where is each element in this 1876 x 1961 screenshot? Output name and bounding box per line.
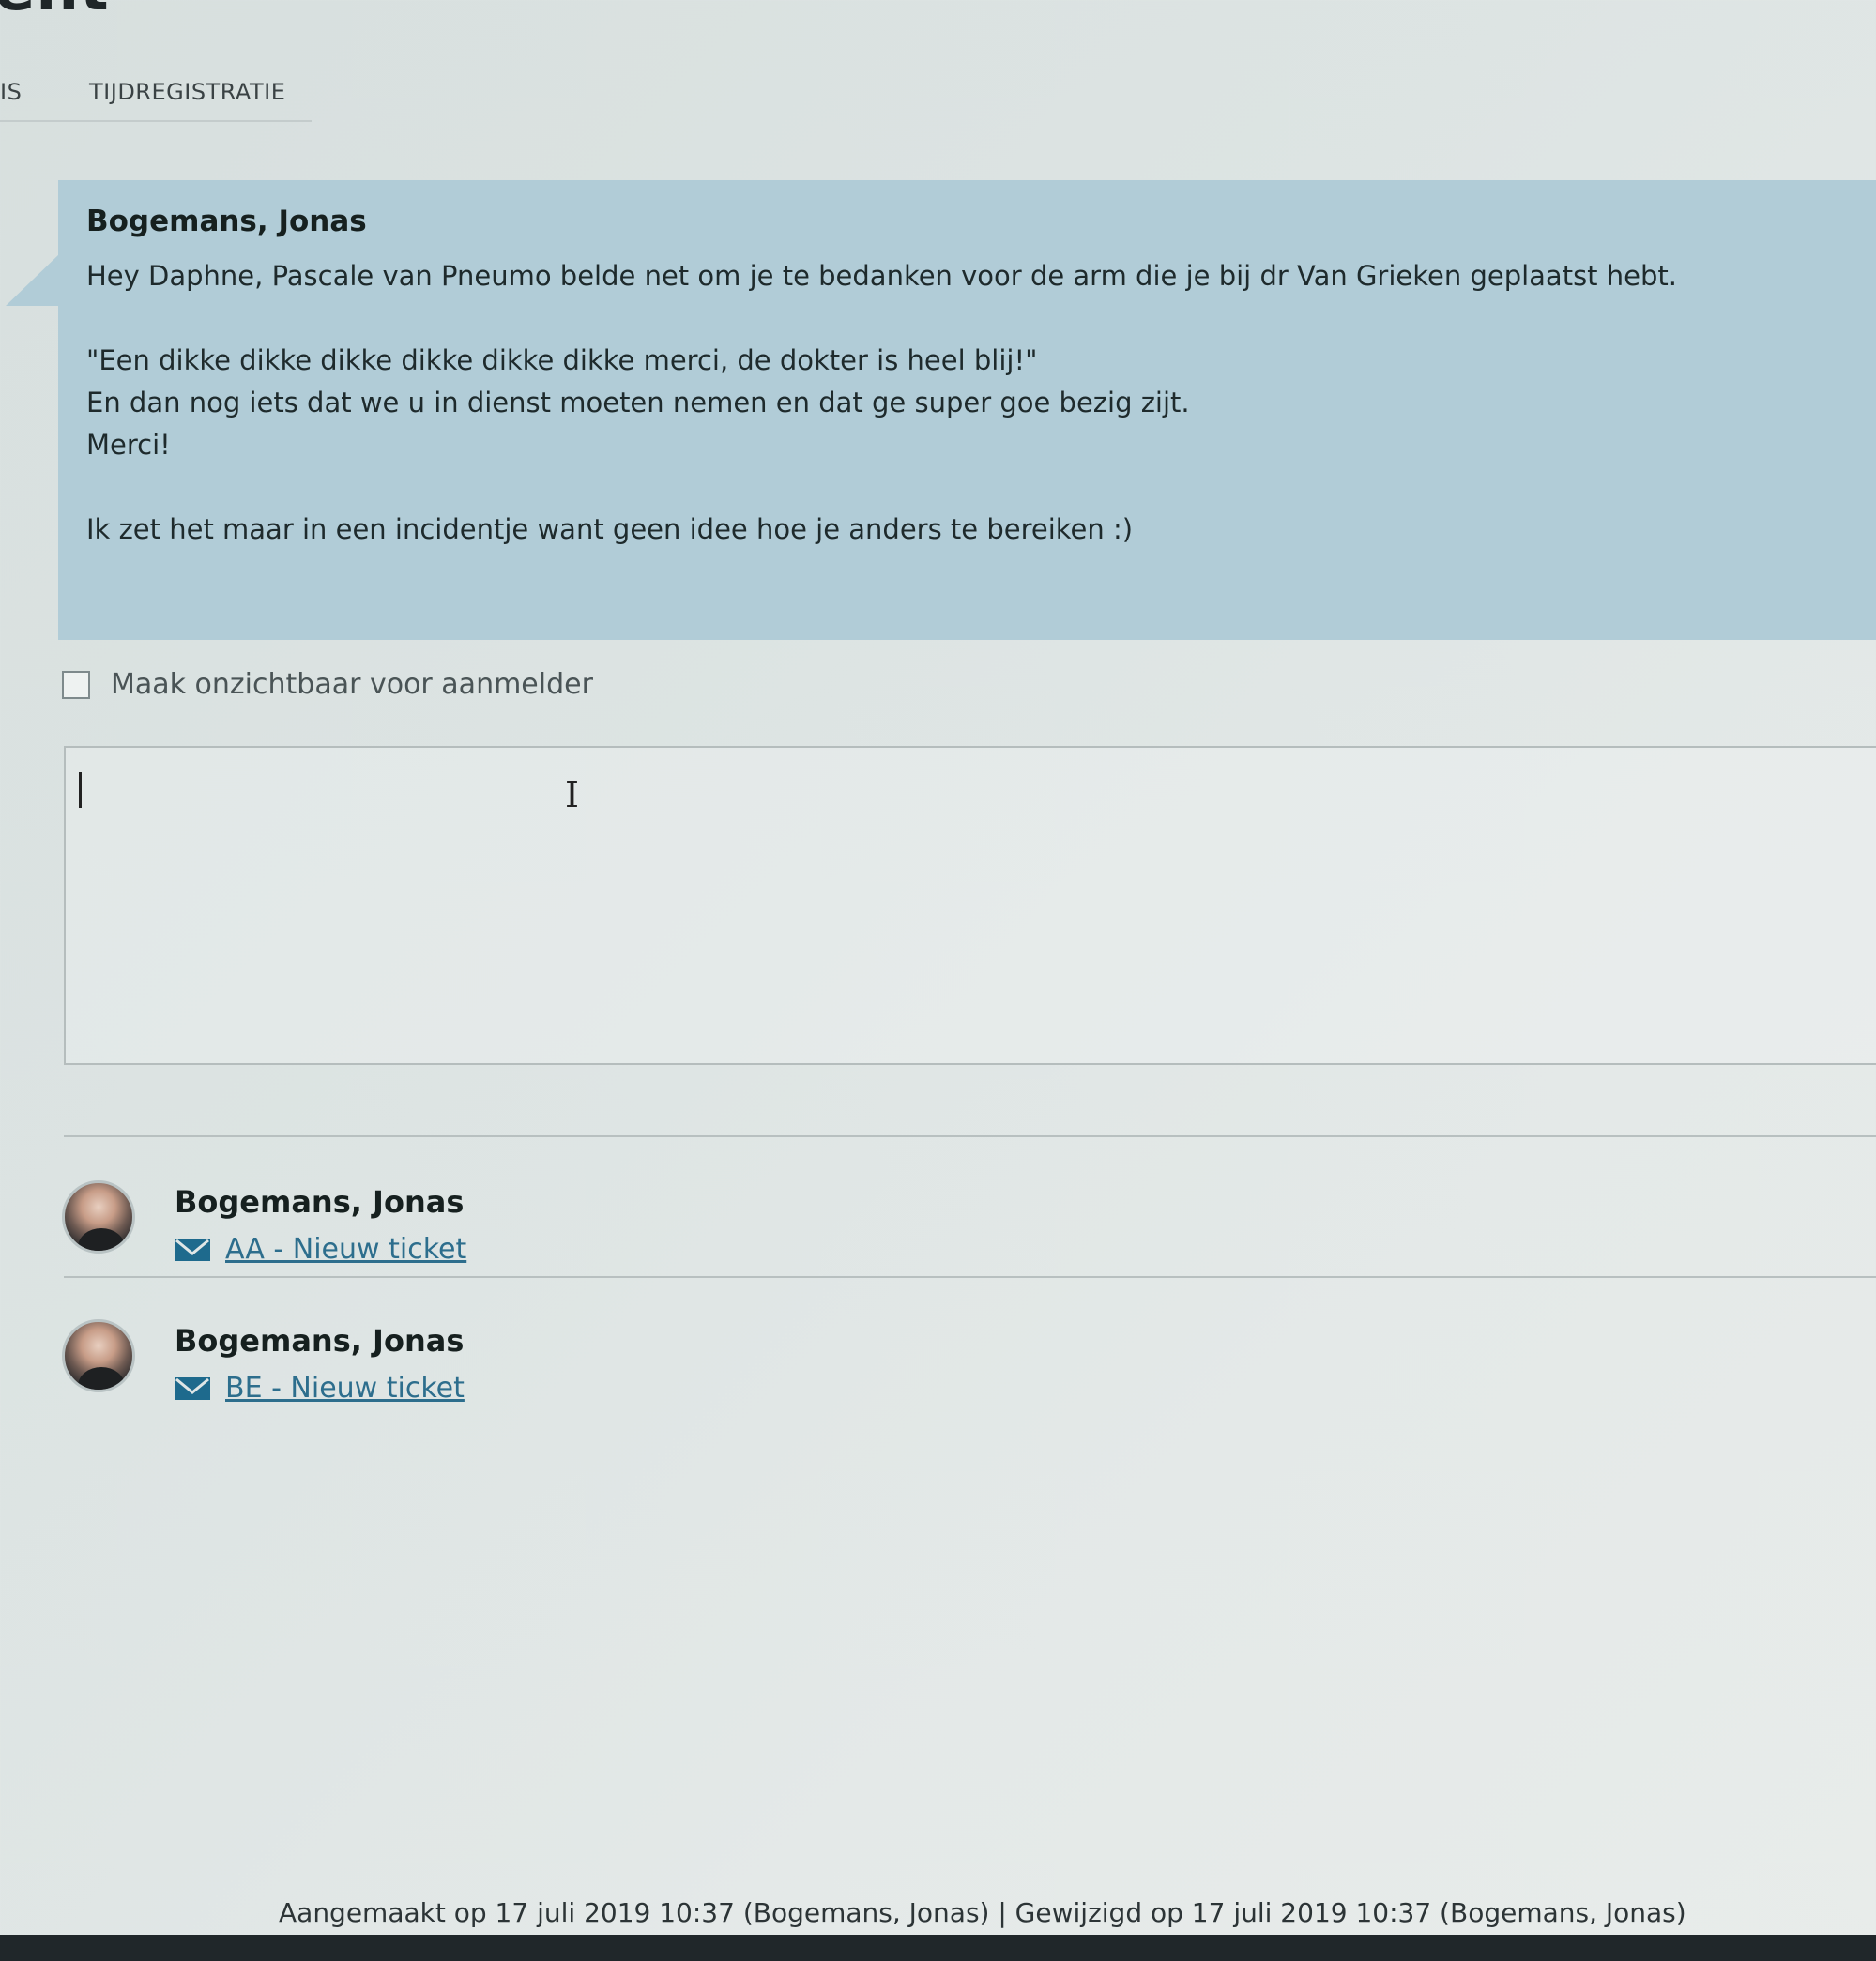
text-caret: [79, 772, 82, 808]
activity-ticket-link[interactable]: AA - Nieuw ticket: [225, 1233, 466, 1266]
mail-icon: [175, 1238, 210, 1261]
avatar: [62, 1319, 135, 1392]
ibeam-cursor-icon: I: [565, 774, 580, 815]
divider: [64, 1135, 1876, 1137]
audit-footer: Aangemaakt op 17 juli 2019 10:37 (Bogema…: [279, 1897, 1686, 1928]
message-line: [86, 297, 1860, 340]
activity-item: Bogemans, Jonas BE - Nieuw ticket: [62, 1319, 465, 1405]
reply-editor[interactable]: I: [64, 746, 1876, 1065]
tab-tijdregistratie[interactable]: TIJDREGISTRATIE: [89, 79, 285, 105]
tab-underline: [0, 120, 312, 122]
message-line: "Een dikke dikke dikke dikke dikke dikke…: [86, 344, 1038, 376]
message-bubble: Bogemans, Jonas Hey Daphne, Pascale van …: [58, 180, 1876, 640]
mail-icon: [175, 1376, 210, 1400]
activity-item: Bogemans, Jonas AA - Nieuw ticket: [62, 1180, 466, 1266]
activity-author: Bogemans, Jonas: [175, 1323, 465, 1359]
message-line: Ik zet het maar in een incidentje want g…: [86, 513, 1134, 545]
message-line: Merci!: [86, 429, 171, 461]
invisible-for-reporter-label[interactable]: Maak onzichtbaar voor aanmelder: [111, 668, 593, 701]
page-title: ent: [0, 0, 110, 24]
message-line: Hey Daphne, Pascale van Pneumo belde net…: [86, 260, 1677, 292]
message-line: En dan nog iets dat we u in dienst moete…: [86, 387, 1190, 418]
message-pointer: [6, 253, 60, 306]
message-line: [86, 466, 1860, 509]
message-author: Bogemans, Jonas: [86, 205, 367, 238]
avatar: [62, 1180, 135, 1254]
invisible-for-reporter-checkbox[interactable]: [62, 670, 90, 699]
private-option: Maak onzichtbaar voor aanmelder: [62, 668, 593, 701]
tab-previous[interactable]: IS: [0, 79, 22, 105]
divider: [64, 1276, 1876, 1278]
activity-ticket-link[interactable]: BE - Nieuw ticket: [225, 1372, 465, 1405]
screen-bezel: [0, 1935, 1876, 1961]
activity-author: Bogemans, Jonas: [175, 1184, 465, 1220]
